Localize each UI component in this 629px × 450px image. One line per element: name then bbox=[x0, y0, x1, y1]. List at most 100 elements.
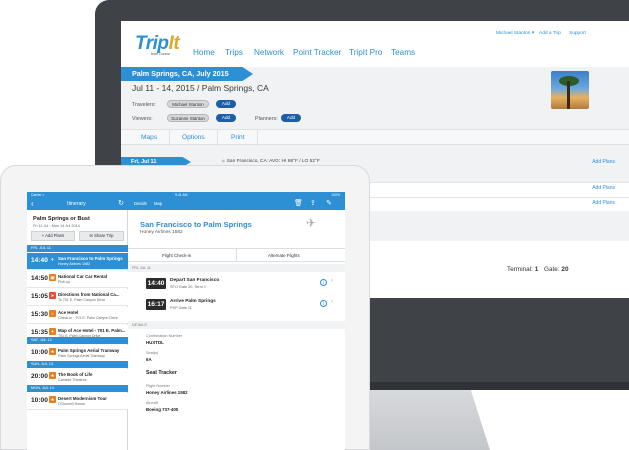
item-time: 10:00 bbox=[31, 397, 48, 404]
add-plans-link[interactable]: Add Plans bbox=[592, 200, 615, 206]
trip-ribbon: Palm Springs, CA, July 2015 bbox=[121, 67, 253, 81]
add-plans-link[interactable]: Add Plans bbox=[592, 159, 615, 165]
day-header: FRI, JUL 11 bbox=[27, 245, 128, 252]
edit-icon[interactable]: ✎ bbox=[326, 199, 332, 208]
tab-map[interactable]: Map bbox=[154, 201, 162, 206]
flight-title: San Francisco to Palm Springs bbox=[140, 220, 252, 229]
battery-text: 100% bbox=[331, 192, 340, 197]
add-traveler-button[interactable]: Add bbox=[216, 100, 236, 108]
item-subtitle: Palm Springs Aerial Tramway bbox=[58, 354, 105, 358]
aircraft-value: Boeing 737-400 bbox=[146, 407, 179, 412]
itinerary-pane: ‹ Itinerary ↻ Palm Springs or Bust Fri 1… bbox=[27, 198, 128, 450]
info-icon[interactable]: i bbox=[320, 300, 327, 307]
itinerary-item[interactable]: 15:30 ⌂ Ace Hotel Check-in · 701 E. Palm Ca… bbox=[27, 307, 128, 324]
flight-actions: Flight Check-in Alternate Flights bbox=[128, 248, 345, 262]
planners-label: Planners: bbox=[255, 116, 278, 122]
details-pane: Details Map 🗑 ⇪ ✎ San Francisco to Palm … bbox=[128, 198, 345, 450]
alternate-flights-button[interactable]: Alternate Flights bbox=[268, 253, 300, 258]
item-time: 15:35 bbox=[31, 329, 48, 336]
itinerary-item[interactable]: 14:40 ✈ San Francisco to Palm Springs Honey… bbox=[27, 253, 128, 270]
viewer-pill[interactable]: Suzanne Stanton bbox=[167, 114, 209, 122]
info-icon[interactable]: i bbox=[320, 279, 327, 286]
support-link[interactable]: Support bbox=[569, 31, 586, 36]
viewers-label: Viewers: bbox=[132, 116, 153, 122]
nav-tripit-pro[interactable]: TripIt Pro bbox=[349, 48, 382, 57]
logo-subtitle: from Concur bbox=[151, 52, 171, 56]
item-name: Map of Ace Hotel - 701 E. Palm... bbox=[58, 328, 126, 333]
add-viewer-button[interactable]: Add bbox=[216, 114, 236, 122]
share-icon[interactable]: ⇪ bbox=[310, 199, 316, 208]
promo-stage: TripIt from Concur Home Trips Network Po… bbox=[0, 0, 629, 450]
gate-info: Gate: 20 bbox=[544, 266, 569, 273]
share-trip-button[interactable]: ✉ Share Trip bbox=[79, 231, 124, 241]
add-planner-button[interactable]: Add bbox=[281, 114, 301, 122]
item-time: 15:30 bbox=[31, 311, 48, 318]
tab-options[interactable]: Options bbox=[182, 134, 205, 141]
item-type-icon: ⌂ bbox=[49, 310, 56, 317]
clock-text: 9:41 AM bbox=[175, 192, 188, 197]
arrive-time: 16:17 bbox=[146, 299, 166, 310]
add-trip-link[interactable]: Add a Trip bbox=[539, 31, 561, 36]
user-menu[interactable]: Michael Stanton ▾ bbox=[496, 31, 534, 36]
aircraft-label: Aircraft bbox=[146, 401, 159, 405]
trash-icon[interactable]: 🗑 bbox=[294, 199, 303, 208]
trip-tab-strip: Maps Options Print bbox=[121, 129, 629, 146]
depart-name: Depart San Francisco bbox=[170, 278, 220, 283]
confirmation-label: Confirmation Number bbox=[146, 334, 183, 338]
seat-tracker-heading[interactable]: Seat Tracker bbox=[146, 370, 177, 376]
flight-number-value: Honey Airlines 1582 bbox=[146, 390, 188, 395]
item-name: San Francisco to Palm Springs bbox=[58, 256, 123, 261]
flight-subtitle: Honey Airlines 1582 bbox=[140, 230, 183, 235]
itinerary-item[interactable]: 15:05 ➤ Directions from National Ca... To 7… bbox=[27, 289, 128, 306]
details-header: Details Map 🗑 ⇪ ✎ bbox=[128, 198, 345, 210]
seat-value: 6A bbox=[146, 357, 152, 362]
arrive-sub: PSP Gate 11 bbox=[170, 306, 192, 310]
item-time: 14:50 bbox=[31, 275, 48, 282]
item-subtitle: Camelot Theatres bbox=[58, 378, 87, 382]
nav-home[interactable]: Home bbox=[193, 48, 215, 57]
tab-details[interactable]: Details bbox=[134, 201, 147, 206]
nav-trips[interactable]: Trips bbox=[225, 48, 243, 57]
nav-network[interactable]: Network bbox=[254, 48, 284, 57]
trip-photo bbox=[551, 71, 589, 109]
day-label: Fri, Jul 11 bbox=[131, 158, 157, 165]
item-time: 15:05 bbox=[31, 293, 48, 300]
item-time: 10:00 bbox=[31, 349, 48, 356]
item-time: 14:40 bbox=[31, 257, 48, 264]
terminal-info: Terminal: 1 bbox=[507, 266, 539, 273]
nav-teams[interactable]: Teams bbox=[391, 48, 415, 57]
section-details: DETAILS bbox=[128, 321, 345, 329]
tab-maps[interactable]: Maps bbox=[141, 134, 157, 141]
flight-checkin-button[interactable]: Flight Check-in bbox=[162, 253, 191, 258]
flight-number-label: Flight Number bbox=[146, 384, 170, 388]
itinerary-item[interactable]: 14:50 ▣ National Car Car Rental Pick-up bbox=[27, 271, 128, 288]
item-time: 20:00 bbox=[31, 373, 48, 380]
depart-time: 14:40 bbox=[146, 278, 166, 289]
itinerary-item[interactable]: 10:00 ★ Palm Springs Aerial Tramway Palm Sp… bbox=[27, 345, 128, 362]
weather-forecast: ☼ San Francisco, CA: AVG: HI 68°F / LO 5… bbox=[221, 159, 320, 164]
item-subtitle: Honey Airlines 1582 bbox=[58, 262, 90, 266]
refresh-icon[interactable]: ↻ bbox=[118, 199, 124, 208]
chevron-right-icon[interactable]: › bbox=[331, 278, 333, 284]
item-type-icon: ★ bbox=[49, 348, 56, 355]
add-plans-button[interactable]: + Add Plans bbox=[31, 231, 75, 241]
day-header: MON, JUL 14 bbox=[27, 385, 128, 392]
back-icon[interactable]: ‹ bbox=[31, 199, 34, 208]
itinerary-item[interactable]: 10:00 ★ Desert Modernism Tour O'Donnell Hou… bbox=[27, 393, 128, 410]
item-type-icon: ✦ bbox=[49, 328, 56, 335]
item-type-icon: ➤ bbox=[49, 292, 56, 299]
item-type-icon: ★ bbox=[49, 396, 56, 403]
arrive-name: Arrive Palm Springs bbox=[170, 299, 216, 304]
itinerary-item[interactable]: 20:00 ★ The Book of Life Camelot Theatres bbox=[27, 369, 128, 386]
day-header: SAT, JUL 12 bbox=[27, 337, 128, 344]
nav-point-tracker[interactable]: Point Tracker bbox=[293, 48, 341, 57]
add-plans-link[interactable]: Add Plans bbox=[592, 185, 615, 191]
item-name: Desert Modernism Tour bbox=[58, 396, 107, 401]
trip-dates: Jul 11 - 14, 2015 / Palm Springs, CA bbox=[132, 83, 269, 93]
trip-dates: Fri 11 Jul - Mon 14 Jul 2014 bbox=[33, 224, 80, 228]
item-name: National Car Car Rental bbox=[58, 274, 108, 279]
chevron-right-icon[interactable]: › bbox=[331, 299, 333, 305]
item-subtitle: To 701 E. Palm Canyon Drive bbox=[58, 298, 106, 302]
traveler-pill[interactable]: Michael Stanton bbox=[167, 100, 209, 108]
tab-print[interactable]: Print bbox=[231, 134, 245, 141]
